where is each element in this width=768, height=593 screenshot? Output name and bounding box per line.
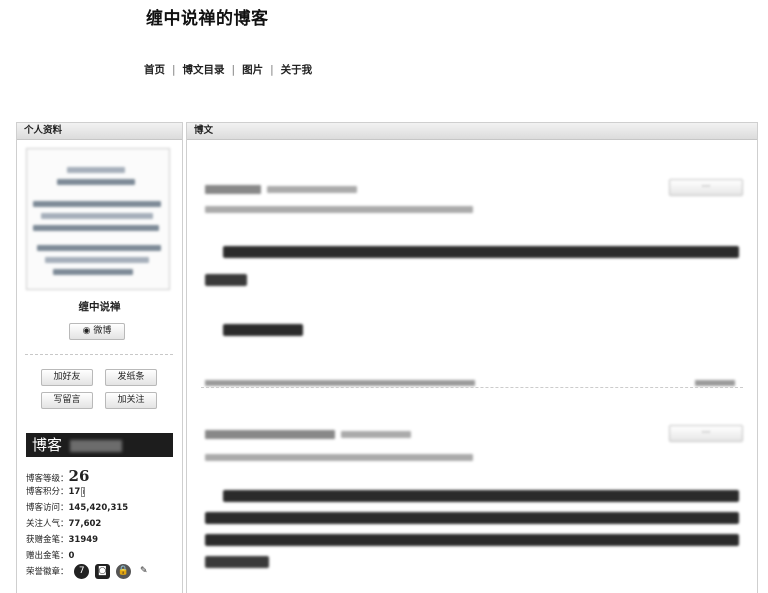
nav-separator: | <box>270 63 274 76</box>
article-text-line <box>205 274 247 286</box>
add-friend-button[interactable]: 加好友 <box>41 369 93 386</box>
stat-points: 博客积分：17 i <box>26 487 86 497</box>
info-icon: i <box>81 487 86 497</box>
leave-message-button[interactable]: 写留言 <box>41 392 93 409</box>
article-tag-button[interactable]: ··· <box>669 425 743 442</box>
article-tag-button[interactable]: ··· <box>669 179 743 196</box>
article-title[interactable] <box>205 185 261 194</box>
article-text-line <box>223 324 303 336</box>
profile-panel-header: 个人资料 <box>17 123 182 140</box>
avatar-text-line <box>41 213 153 219</box>
article-title[interactable] <box>205 430 335 439</box>
lock-badge-icon[interactable]: 🔒 <box>115 564 131 579</box>
main-nav: 首页 | 博文目录 | 图片 | 关于我 <box>144 62 312 77</box>
weibo-label: 微博 <box>93 326 112 336</box>
profile-name[interactable]: 缠中说禅 <box>17 299 182 314</box>
nav-separator: | <box>172 63 176 76</box>
article-text-line <box>205 534 739 546</box>
nav-article-list[interactable]: 博文目录 <box>183 62 225 77</box>
articles-panel: 博文 ··· ··· <box>186 122 758 593</box>
article-text-line <box>223 246 739 258</box>
article-text-line <box>205 512 739 524</box>
stat-badges: 荣誉徽章： 7 ◙ 🔒 ✎ <box>26 564 152 580</box>
avatar[interactable] <box>26 148 170 290</box>
stat-pens-received: 获赠金笔：31949 <box>26 535 99 545</box>
follow-button[interactable]: 加关注 <box>105 392 157 409</box>
weibo-icon: ◉ <box>82 326 91 336</box>
nav-separator: | <box>231 63 236 76</box>
blog-brand-label: 博客 <box>32 436 63 454</box>
send-note-button[interactable]: 发纸条 <box>105 369 157 386</box>
blog-title: 缠中说禅的博客 <box>146 9 269 29</box>
avatar-text-line <box>67 167 125 173</box>
article-text-line <box>223 490 739 502</box>
profile-panel: 个人资料 缠中说禅 ◉ 微博 加好友 发纸条 写留言 加关注 博客 博客等级：2… <box>16 122 183 593</box>
camera-badge-icon[interactable]: ◙ <box>94 564 110 579</box>
article-date <box>341 431 411 438</box>
article-meta-line <box>205 206 473 213</box>
avatar-text-line <box>45 257 149 263</box>
stat-visits: 博客访问：145,420,315 <box>26 503 129 513</box>
article-divider <box>201 387 743 388</box>
blurred-text <box>70 439 123 452</box>
article-read-more[interactable] <box>695 380 735 386</box>
avatar-text-line <box>37 245 161 251</box>
article-meta-line <box>205 454 473 461</box>
stat-followers: 关注人气：77,602 <box>26 519 102 529</box>
nav-home[interactable]: 首页 <box>144 62 165 77</box>
article-footer-line <box>205 380 475 386</box>
article-text-line <box>205 556 269 568</box>
stat-level: 博客等级：26 <box>26 467 90 485</box>
blog-brand-banner: 博客 <box>26 433 173 457</box>
avatar-text-line <box>53 269 133 275</box>
blog-stats: 博客等级：26 博客积分：17 i 博客访问：145,420,315 关注人气：7… <box>26 467 152 580</box>
avatar-text-line <box>33 225 159 231</box>
avatar-text-line <box>57 179 135 185</box>
weibo-button[interactable]: ◉ 微博 <box>69 323 125 340</box>
article-date <box>267 186 357 193</box>
nav-pictures[interactable]: 图片 <box>242 62 263 77</box>
stat-pens-given: 赠出金笔：0 <box>26 551 75 561</box>
nav-about[interactable]: 关于我 <box>281 62 313 77</box>
avatar-text-line <box>33 201 161 207</box>
divider <box>25 354 173 355</box>
pen-badge-icon[interactable]: ✎ <box>136 564 152 579</box>
badge-icon[interactable]: 7 <box>74 564 90 579</box>
articles-panel-header: 博文 <box>187 123 757 140</box>
